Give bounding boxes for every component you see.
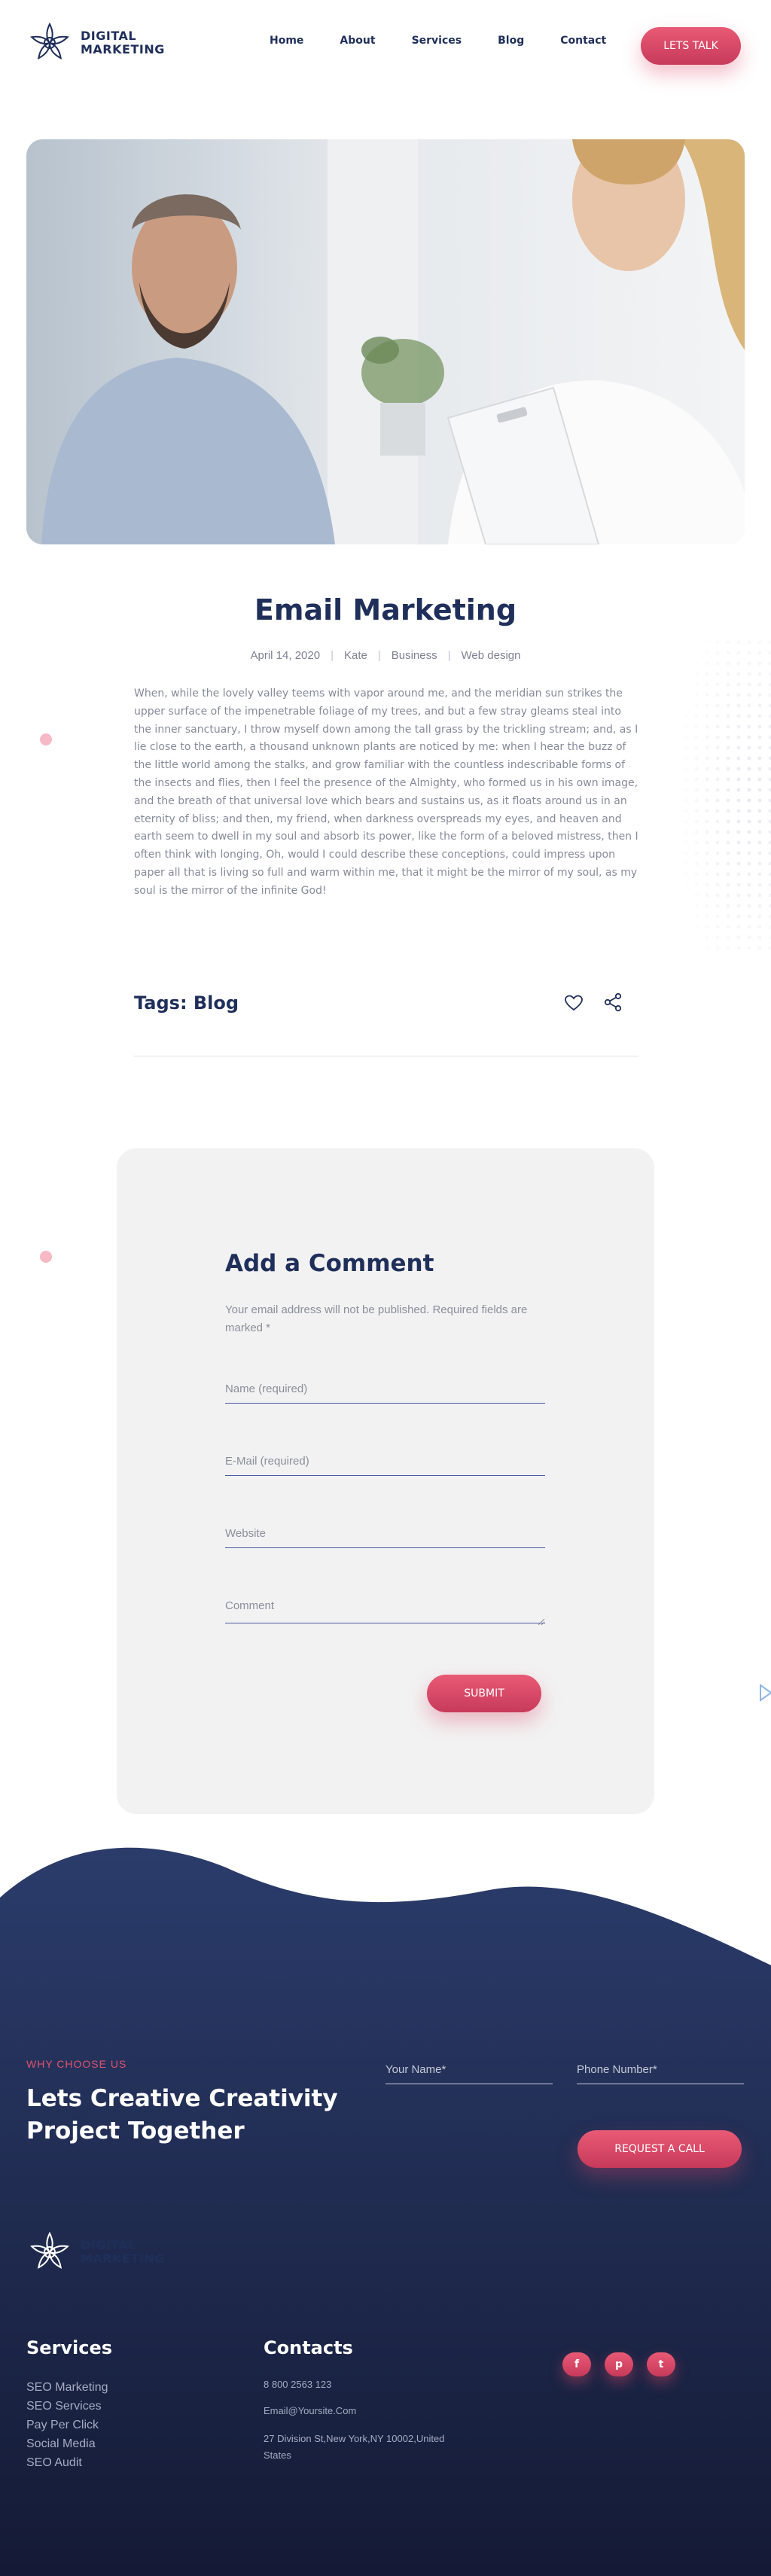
lotus-logo-icon [30, 2231, 69, 2270]
share-icon[interactable] [604, 992, 622, 1012]
request-call-button[interactable]: REQUEST A CALL [577, 2130, 742, 2168]
services-list: SEO Marketing SEO Services Pay Per Click… [26, 2378, 108, 2472]
name-field[interactable]: Name (required) [225, 1383, 545, 1404]
article-body: When, while the lovely valley teems with… [134, 687, 638, 897]
comment-card [117, 1148, 654, 1814]
heart-icon[interactable] [565, 995, 583, 1011]
article-meta: April 14, 2020 | Kate | Business | Web d… [0, 649, 771, 662]
service-link[interactable]: SEO Marketing [26, 2378, 108, 2397]
comment-note: Your email address will not be published… [225, 1303, 528, 1334]
hero-photo-illustration [26, 139, 745, 544]
phone-number-field[interactable]: Phone Number* [577, 2063, 744, 2084]
comment-title: Add a Comment [225, 1250, 434, 1277]
contact-phone[interactable]: 8 800 2563 123 [264, 2376, 331, 2393]
footer-wave-background [0, 1847, 771, 2576]
website-field[interactable]: Website [225, 1527, 545, 1548]
article-tags: Tags: Blog [134, 992, 239, 1014]
service-link[interactable]: SEO Audit [26, 2453, 108, 2472]
logo-line2: MARKETING [81, 42, 165, 56]
your-name-field[interactable]: Your Name* [386, 2063, 553, 2084]
main-nav: Home About Services Blog Contact [270, 35, 606, 47]
nav-contact[interactable]: Contact [560, 35, 606, 47]
meta-separator: | [377, 649, 381, 662]
meta-date: April 14, 2020 [250, 649, 321, 662]
service-link[interactable]: Pay Per Click [26, 2416, 108, 2434]
decor-dot-grid [663, 640, 771, 956]
why-choose-us-label: WHY CHOOSE US [26, 2058, 127, 2070]
meta-separator: | [447, 649, 451, 662]
meta-separator: | [331, 649, 334, 662]
nav-about[interactable]: About [340, 35, 375, 47]
hero-image [26, 139, 745, 544]
contacts-title: Contacts [264, 2337, 353, 2358]
cta-title: Lets Creative Creativity Project Togethe… [26, 2085, 338, 2145]
nav-blog[interactable]: Blog [498, 35, 524, 47]
play-triangle-icon [760, 1684, 771, 1702]
services-title: Services [26, 2337, 113, 2358]
contact-email[interactable]: Email@Yoursite.Com [264, 2403, 356, 2419]
meta-author[interactable]: Kate [344, 649, 367, 662]
footer-logo-text: DIGITAL MARKETING [81, 2239, 165, 2266]
header-logo[interactable]: DIGITAL MARKETING [26, 20, 165, 66]
footer-logo-line2: MARKETING [81, 2251, 165, 2266]
footer-logo-line1: DIGITAL [81, 2238, 137, 2252]
contact-address: 27 Division St,New York,NY 10002,United … [264, 2433, 445, 2461]
email-field[interactable]: E-Mail (required) [225, 1455, 545, 1476]
meta-category-business[interactable]: Business [392, 649, 437, 662]
logo-text: DIGITAL MARKETING [81, 29, 165, 56]
lets-talk-button[interactable]: LETS TALK [641, 27, 741, 65]
service-link[interactable]: SEO Services [26, 2397, 108, 2416]
pinterest-icon[interactable]: p [605, 2352, 633, 2376]
article-title: Email Marketing [254, 593, 517, 626]
facebook-icon[interactable]: f [562, 2352, 591, 2376]
meta-category-webdesign[interactable]: Web design [462, 649, 521, 662]
footer-logo[interactable]: DIGITAL MARKETING [26, 2229, 165, 2276]
resize-handle-icon[interactable] [538, 1618, 545, 1626]
comment-field[interactable]: Comment [225, 1599, 545, 1623]
twitter-icon[interactable]: t [647, 2352, 675, 2376]
logo-line1: DIGITAL [81, 29, 137, 43]
decor-dot-left [40, 733, 52, 745]
footer [0, 1837, 771, 2576]
lotus-logo-icon [30, 22, 69, 60]
decor-dot-left-2 [40, 1251, 52, 1263]
nav-services[interactable]: Services [412, 35, 462, 47]
service-link[interactable]: Social Media [26, 2434, 108, 2453]
submit-button[interactable]: SUBMIT [427, 1675, 541, 1712]
nav-home[interactable]: Home [270, 35, 303, 47]
